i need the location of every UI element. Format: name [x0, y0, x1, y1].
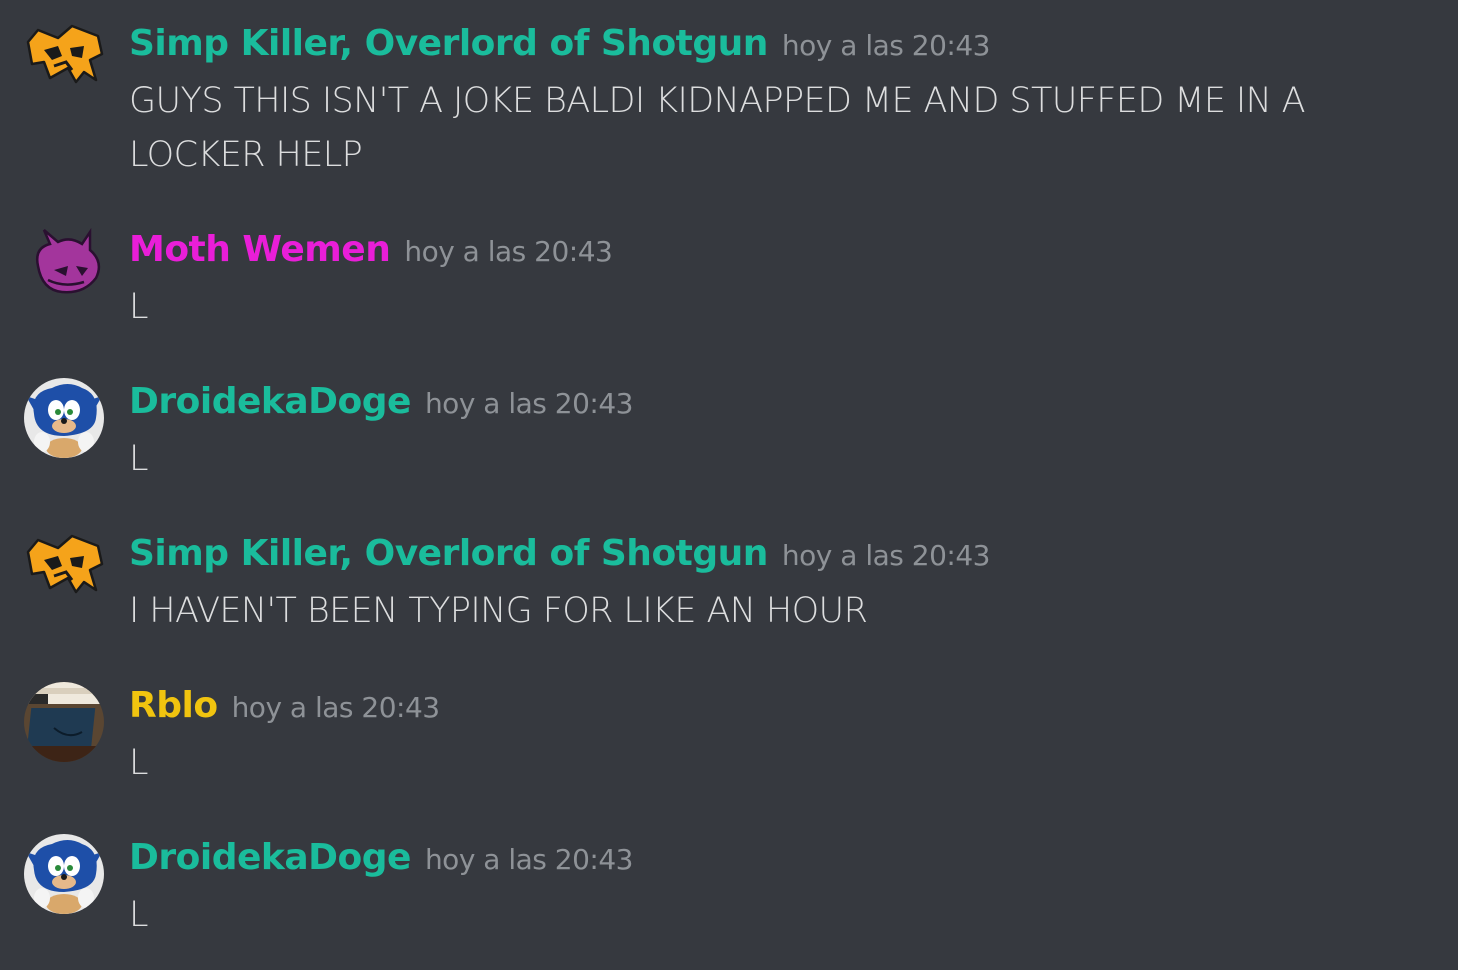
avatar[interactable] — [24, 20, 104, 100]
game-screenshot-icon — [24, 682, 104, 762]
author-name[interactable]: Simp Killer, Overlord of Shotgun — [129, 533, 768, 574]
sonic-plush-icon — [24, 378, 104, 458]
timestamp: hoy a las 20:43 — [231, 691, 441, 724]
author-name[interactable]: DroidekaDoge — [129, 837, 411, 878]
author-name[interactable]: Simp Killer, Overlord of Shotgun — [129, 23, 768, 64]
timestamp: hoy a las 20:43 — [781, 29, 991, 62]
message-text: L — [129, 743, 149, 783]
message-text: L — [129, 439, 149, 479]
message-text: GUYS THIS ISN'T A JOKE BALDI KIDNAPPED M… — [129, 81, 1306, 175]
avatar[interactable] — [24, 682, 104, 762]
author-name[interactable]: DroidekaDoge — [129, 381, 411, 422]
sonic-plush-icon — [24, 834, 104, 914]
avatar[interactable] — [24, 834, 104, 914]
timestamp: hoy a las 20:43 — [404, 235, 613, 268]
message-text: L — [129, 895, 149, 935]
message-text: L — [129, 287, 149, 327]
avatar[interactable] — [24, 378, 104, 458]
message-text: I HAVEN'T BEEN TYPING FOR LIKE AN HOUR — [129, 591, 868, 631]
avatar[interactable] — [24, 530, 104, 610]
orange-fox-emblem-icon — [26, 534, 104, 594]
timestamp: hoy a las 20:43 — [781, 539, 991, 572]
author-name[interactable]: Rblo — [129, 685, 218, 726]
chat-message-list: Simp Killer, Overlord of Shotgun hoy a la… — [0, 0, 1458, 970]
timestamp: hoy a las 20:43 — [424, 387, 634, 420]
purple-creature-icon — [36, 227, 101, 294]
avatar[interactable] — [24, 226, 104, 306]
timestamp: hoy a las 20:43 — [424, 843, 634, 876]
author-name[interactable]: Moth Wemen — [129, 229, 391, 270]
orange-fox-emblem-icon — [26, 24, 104, 84]
